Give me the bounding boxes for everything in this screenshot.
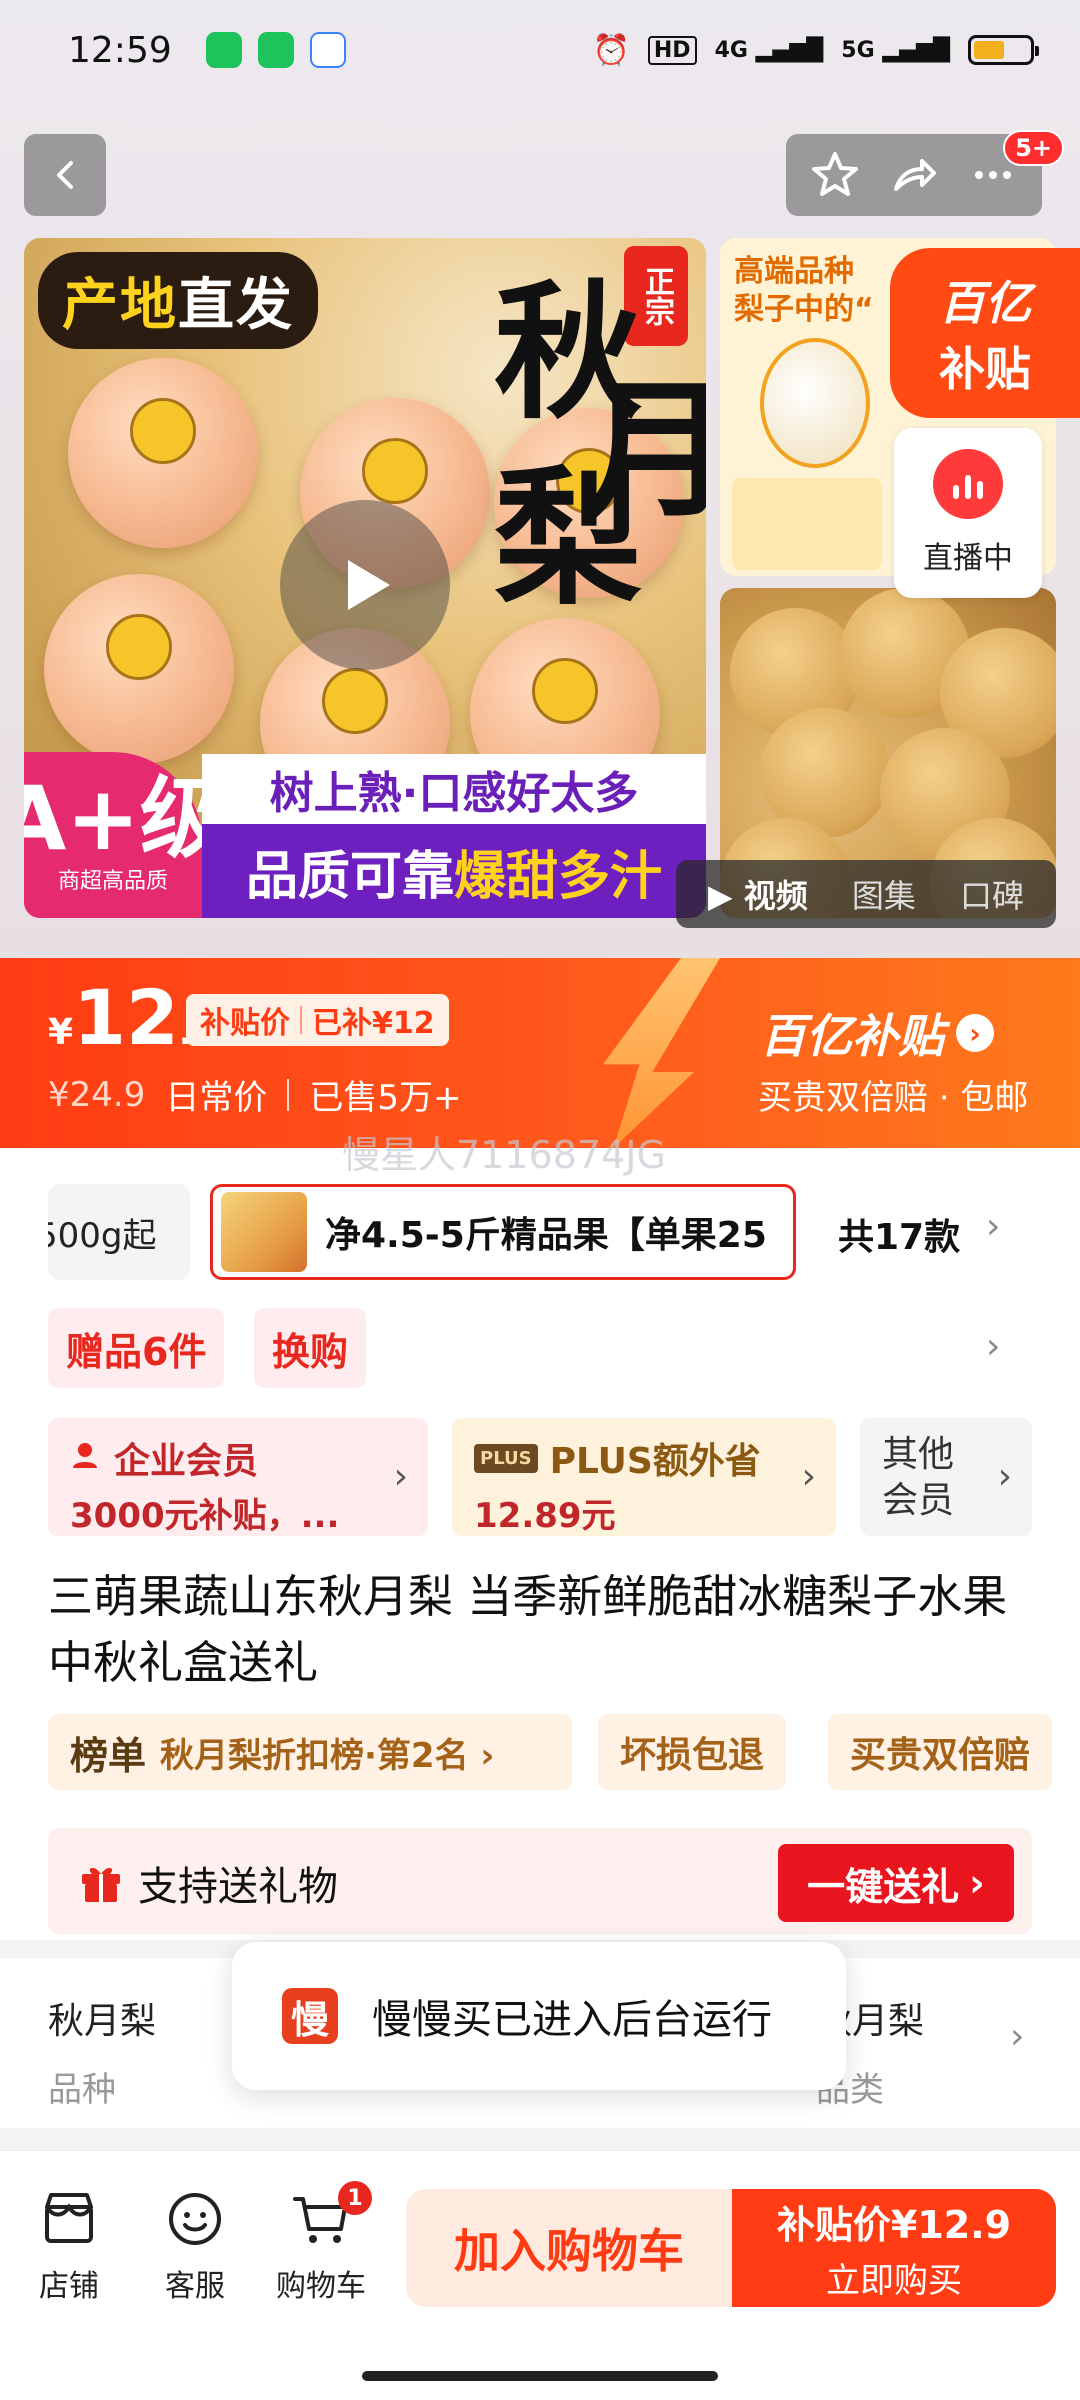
customer-service-button[interactable]: 客服 <box>140 2187 250 2305</box>
spec-option-selected[interactable]: 净4.5-5斤精品果【单果25 <box>210 1184 796 1280</box>
gift-chip-freebies[interactable]: 赠品6件 <box>48 1308 225 1388</box>
billion-subsidy-logo[interactable]: 百亿补贴 › <box>760 1000 994 1066</box>
live-button[interactable]: 直播中 <box>894 428 1042 598</box>
product-detail-page: 产地直发 正宗 秋 月 梨 A+级 商超高品质 树上熟·口感好太多 品质可靠 爆甜… <box>0 0 1080 2400</box>
share-icon[interactable] <box>888 149 940 201</box>
message-icon <box>205 32 242 68</box>
price-bar: ¥12.9 补贴价已补¥12 ¥24.9 日常价 已售5万+ 百亿补贴› 买贵双… <box>0 958 1080 1148</box>
hd-icon: HD <box>647 35 697 65</box>
shop-button[interactable]: 店铺 <box>14 2187 124 2305</box>
service-damage-return[interactable]: 坏损包退 <box>598 1714 787 1790</box>
media-tabs: ▶ 视频 图集 口碑 <box>676 860 1056 928</box>
member-row: 企业会员 3000元补贴，... › PLUS PLUS额外省 12.89元 › … <box>0 1418 1080 1536</box>
chevron-right-icon: › <box>956 1014 994 1052</box>
star-icon[interactable] <box>809 149 861 201</box>
subsidy-price-tag: 补贴价 已补¥12 <box>186 994 449 1046</box>
battery-icon <box>968 35 1039 65</box>
signal-5g-icon: 5G ▂▄▆█ <box>841 37 950 63</box>
gift-icon <box>82 1867 120 1902</box>
origin-label: 产地直发 <box>38 252 318 349</box>
background-running-toast: 慢 慢慢买已进入后台运行 <box>232 1942 846 2090</box>
play-video-button[interactable] <box>280 500 450 670</box>
other-member-card[interactable]: 其他 会员 › <box>860 1418 1032 1536</box>
chevron-left-icon <box>57 161 73 189</box>
attribute-variety: 秋月梨 品种 <box>48 2001 157 2110</box>
spec-count[interactable]: 共17款 <box>838 1208 960 1260</box>
spec-selector: 500g起 净4.5-5斤精品果【单果25 共17款 › <box>0 1184 1080 1284</box>
live-icon <box>933 449 1003 519</box>
tab-gallery[interactable]: 图集 <box>852 871 916 917</box>
big-char-3: 梨 <box>494 451 642 625</box>
tab-reviews[interactable]: 口碑 <box>960 871 1024 917</box>
alarm-icon: ⏰ <box>592 32 630 68</box>
promo-banner: A+级 商超高品质 树上熟·口感好太多 品质可靠 爆甜多汁 <box>24 728 706 918</box>
chevron-right-icon: › <box>801 1456 816 1497</box>
cart-count-badge: 1 <box>338 2181 372 2215</box>
plus-member-card[interactable]: PLUS PLUS额外省 12.89元 › <box>452 1418 836 1536</box>
spec-option-prev[interactable]: 500g起 <box>48 1184 190 1280</box>
buy-now-button[interactable]: 补贴价¥12.9 立即购买 <box>732 2189 1056 2307</box>
subsidy-badge[interactable]: 百亿 补贴 <box>890 248 1080 418</box>
banner-line-1: 树上熟·口感好太多 <box>202 754 706 824</box>
back-button[interactable] <box>24 134 106 216</box>
chevron-right-icon: › <box>969 1861 985 1905</box>
ranking-chip[interactable]: 榜单 秋月梨折扣榜·第2名 › <box>48 1714 572 1790</box>
chevron-right-icon: › <box>997 1456 1012 1497</box>
tab-video[interactable]: ▶ 视频 <box>708 871 808 917</box>
bottom-action-bar: 店铺 客服 1 购物车 加入购物车 补贴价¥12.9 立即购买 <box>0 2150 1080 2400</box>
app-notification-icon <box>309 32 346 68</box>
manmanmai-app-icon: 慢 <box>282 1988 338 2044</box>
chevron-right-icon[interactable]: › <box>986 1206 1000 1247</box>
subsidy-guarantee: 买贵双倍赔 · 包邮 <box>758 1078 1029 1118</box>
gift-row: 赠品6件 换购 › <box>0 1308 1080 1388</box>
user-icon <box>70 1438 100 1479</box>
send-gift-button[interactable]: 一键送礼 › <box>778 1844 1014 1922</box>
gift-chip-exchange[interactable]: 换购 <box>254 1308 367 1388</box>
chevron-right-icon[interactable]: › <box>986 1326 1000 1367</box>
signal-4g-icon: 4G ▂▄▆█ <box>714 37 824 63</box>
main-product-image[interactable]: 产地直发 正宗 秋 月 梨 A+级 商超高品质 树上熟·口感好太多 品质可靠 爆甜… <box>24 238 706 918</box>
grade-badge: A+级 商超高品质 <box>24 752 228 918</box>
plus-logo: PLUS <box>474 1443 538 1473</box>
product-title: 三萌果蔬山东秋月梨 当季新鲜脆甜冰糖梨子水果中秋礼盒送礼 <box>48 1570 1008 1689</box>
clock: 12:59 <box>68 29 172 71</box>
spec-thumbnail <box>221 1192 307 1272</box>
chevron-right-icon: › <box>393 1456 408 1497</box>
send-gift-bar: 支持送礼物 一键送礼 › <box>48 1828 1032 1934</box>
notification-badge: 5+ <box>1003 130 1064 166</box>
price-subline: ¥24.9 日常价 已售5万+ <box>48 1074 462 1119</box>
chevron-right-icon[interactable]: › <box>1010 2016 1024 2057</box>
shop-icon <box>45 2193 93 2243</box>
status-bar: 12:59 ⏰ HD 4G ▂▄▆█ 5G ▂▄▆█ <box>0 0 1080 100</box>
play-icon <box>348 560 390 610</box>
service-price-guarantee[interactable]: 买贵双倍赔 <box>828 1714 1053 1790</box>
cart-button[interactable]: 1 购物车 <box>266 2181 376 2305</box>
banner-line-2: 品质可靠 爆甜多汁 <box>202 824 706 918</box>
add-to-cart-button[interactable]: 加入购物车 <box>406 2189 732 2307</box>
home-indicator[interactable] <box>362 2371 718 2381</box>
wechat-icon <box>257 32 294 68</box>
chat-icon <box>169 2193 221 2245</box>
enterprise-member-card[interactable]: 企业会员 3000元补贴，... › <box>48 1418 428 1536</box>
product-info: 500g起 净4.5-5斤精品果【单果25 共17款 › 赠品6件 换购 › 企… <box>0 1148 1080 1940</box>
rank-row: 榜单 秋月梨折扣榜·第2名 › 坏损包退 买贵双倍赔 <box>0 1714 1080 1790</box>
watermark: 慢星人7116874JG <box>342 1133 666 1177</box>
